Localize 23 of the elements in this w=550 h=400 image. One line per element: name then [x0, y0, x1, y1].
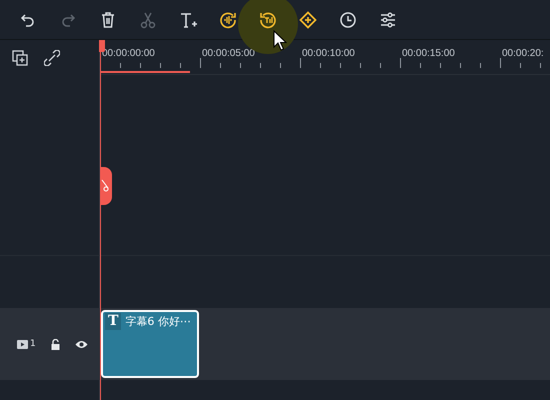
add-track-icon[interactable] — [12, 50, 28, 66]
track-number: 1 — [30, 339, 36, 349]
text-clip-icon: T — [105, 313, 122, 330]
time-label: 00:00:00:00 — [102, 48, 156, 60]
clip-title: 字幕6 你好⋯ — [125, 314, 191, 329]
time-label: 00:00:20: — [502, 48, 545, 60]
speech-icon[interactable] — [259, 10, 277, 28]
mouse-cursor-icon — [273, 30, 287, 51]
clock-icon[interactable] — [339, 10, 357, 28]
trash-icon[interactable] — [99, 10, 117, 28]
eye-icon[interactable] — [74, 340, 88, 348]
sliders-icon[interactable] — [379, 10, 397, 28]
unlink-icon[interactable] — [44, 50, 60, 66]
add-text-icon[interactable] — [179, 10, 197, 28]
time-label: 00:00:15:00 — [402, 48, 456, 60]
scissors-icon[interactable] — [100, 167, 112, 205]
time-label: 00:00:10:00 — [302, 48, 356, 60]
video-track-icon — [17, 340, 28, 348]
time-label: 00:00:05:00 — [202, 48, 256, 60]
title-clip[interactable]: T 字幕6 你好⋯ — [101, 310, 199, 378]
diamond-plus-icon[interactable] — [299, 10, 317, 28]
unlocked-lock-icon[interactable] — [50, 338, 60, 350]
waveform-icon[interactable] — [219, 10, 237, 28]
